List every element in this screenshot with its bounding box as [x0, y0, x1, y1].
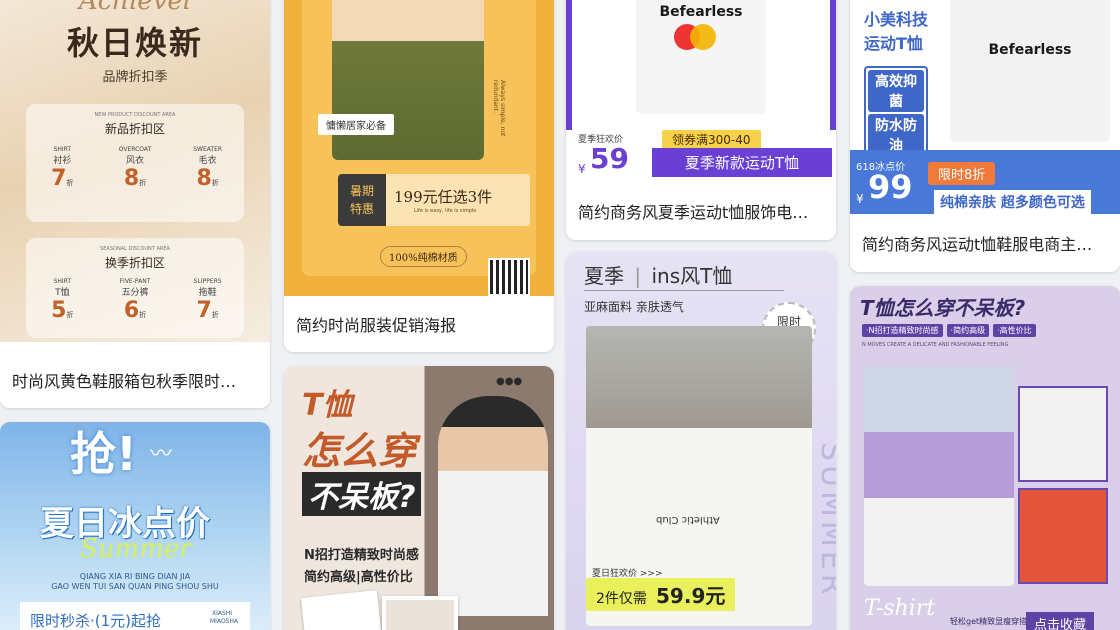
template-card[interactable]: T恤怎么穿不呆板? ·N招打造精致时尚感 ·简约高级 ·高性价比 N MOVES…: [850, 286, 1120, 630]
feature-chips: ·N招打造精致时尚感 ·简约高级 ·高性价比: [862, 324, 1036, 337]
flash-sale-text: 限时秒杀·(1元)起抢: [30, 612, 162, 630]
panel-title: 新品折扣区: [104, 122, 165, 136]
photo-thumb: [1018, 386, 1108, 482]
model-photo: [438, 396, 548, 616]
template-card[interactable]: Achievel 秋日焕新 品牌折扣季 NEW PRODUCT DISCOUNT…: [0, 0, 270, 408]
brand-logo: Befearless: [988, 42, 1072, 58]
poster-image: T恤怎么穿不呆板? ·N招打造精致时尚感 ·简约高级 ·高性价比 N MOVES…: [850, 286, 1120, 630]
brand-logo: Befearless: [659, 4, 743, 20]
script-text: Achievel: [78, 0, 192, 16]
photo-thumb: [301, 590, 383, 630]
bird-icon: 〰: [150, 442, 173, 467]
tshirt-image: [950, 0, 1110, 142]
corner-badge: 点击收藏: [1026, 612, 1095, 630]
price-value: 59: [590, 142, 629, 175]
qr-code[interactable]: [488, 258, 530, 296]
grab-text: 抢!: [70, 427, 137, 481]
template-card[interactable]: 慵懒居家必备 Always simple, not redundant. 暑期 …: [284, 0, 554, 352]
poster-image: 夏季 | ins风T恤 亚麻面料 亲肤透气 限时 抢购 Athletic Clu…: [566, 252, 836, 630]
photo-thumb: [382, 596, 458, 630]
template-card[interactable]: 夏季 | ins风T恤 亚麻面料 亲肤透气 限时 抢购 Athletic Clu…: [566, 252, 836, 630]
template-card[interactable]: 抢! 〰 夏日冰点价 Summer QIANG XIA RI BING DIAN…: [0, 422, 270, 630]
poster-title: T恤: [302, 388, 353, 423]
slogan-text: 纯棉亲肤 超多颜色可选: [934, 190, 1091, 214]
material-text: 100%纯棉材质: [380, 246, 467, 267]
discount-panel-season: SEASONAL DISCOUNT AREA 换季折扣区 SHIRT T恤 5折 F…: [26, 238, 244, 338]
slogan-banner: 夏季新款运动T恤: [652, 148, 832, 177]
poster-image: Achievel 秋日焕新 品牌折扣季 NEW PRODUCT DISCOUNT…: [0, 0, 270, 342]
tag-label: 慵懒居家必备: [318, 114, 394, 135]
shirt-print: Athletic Club: [656, 514, 720, 525]
side-text: SUMMER: [814, 442, 836, 599]
subtitle: 亚麻面料 亲肤透气: [584, 300, 684, 314]
photo-thumb: [1018, 488, 1108, 584]
model-photo: [332, 0, 484, 160]
feature-tags: 高效抑菌 防水防油: [864, 66, 928, 160]
poster-image: 小美科技 运动T恤 高效抑菌 防水防油 Befearless 618冰点价 ¥ …: [850, 0, 1120, 214]
card-title[interactable]: 简约时尚服装促销海报: [284, 296, 554, 352]
template-card[interactable]: Befearless 夏季狂欢价 领券满300-40 ¥ 59 夏季新款运动T恤…: [566, 0, 836, 240]
script-text: Summer: [80, 534, 192, 564]
card-title[interactable]: 简约商务风运动t恤鞋服电商主…: [850, 214, 1120, 272]
script-text: T-shirt: [864, 596, 936, 621]
poster-title: T恤怎么穿不呆板?: [860, 296, 1026, 320]
poster-image: 抢! 〰 夏日冰点价 Summer QIANG XIA RI BING DIAN…: [0, 422, 270, 630]
template-card[interactable]: 小美科技 运动T恤 高效抑菌 防水防油 Befearless 618冰点价 ¥ …: [850, 0, 1120, 272]
dots-decoration: ●●●: [496, 376, 523, 387]
poster-image: 慵懒居家必备 Always simple, not redundant. 暑期 …: [284, 0, 554, 296]
poster-image: ●●● T恤 怎么穿 不呆板? N招打造精致时尚感 简约高级|高性价比: [284, 366, 554, 630]
season-label: 夏季 | ins风T恤: [584, 264, 733, 288]
card-title[interactable]: 简约商务风夏季运动t恤服饰电…: [566, 182, 836, 240]
poster-subline: 品牌折扣季: [102, 70, 168, 85]
promo-text: 199元任选3件: [394, 188, 493, 206]
vertical-text: Always simple, not redundant.: [492, 80, 506, 137]
panel-title: 换季折扣区: [104, 256, 165, 270]
card-title[interactable]: 时尚风黄色鞋服箱包秋季限时…: [0, 352, 270, 408]
template-card[interactable]: ●●● T恤 怎么穿 不呆板? N招打造精致时尚感 简约高级|高性价比: [284, 366, 554, 630]
coupon-badge: 领券满300-40: [662, 130, 761, 149]
model-photo: [864, 366, 1014, 586]
bullet-1: N招打造精致时尚感: [304, 548, 419, 563]
poster-image: Befearless 夏季狂欢价 领券满300-40 ¥ 59 夏季新款运动T恤: [566, 0, 836, 182]
bullet-2: 简约高级|高性价比: [304, 570, 413, 585]
discount-badge: 限时8折: [928, 162, 996, 185]
summer-badge: 暑期 特惠: [338, 174, 386, 226]
discount-panel-new: NEW PRODUCT DISCOUNT AREA 新品折扣区 SHIRT 衬衫 7…: [26, 104, 244, 222]
poster-title: 小美科技 运动T恤: [864, 10, 929, 53]
price-value: 99: [868, 168, 913, 206]
poster-headline: 秋日焕新: [66, 24, 203, 62]
deal-box: 2件仅需 59.9元: [586, 578, 736, 611]
